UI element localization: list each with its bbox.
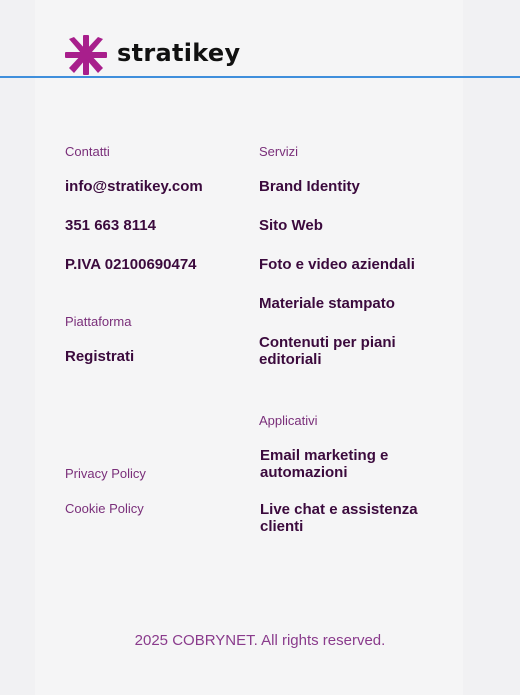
brand-name: stratikey: [117, 39, 241, 67]
email-link[interactable]: info@stratikey.com: [65, 178, 203, 195]
apps-title: Applicativi: [259, 413, 318, 428]
logo-mark-icon: [65, 35, 107, 75]
services-title: Servizi: [259, 144, 299, 159]
app-link-email-marketing[interactable]: Email marketing e automazioni: [260, 447, 425, 481]
privacy-policy-link[interactable]: Privacy Policy: [65, 466, 146, 481]
platform-title: Piattaforma: [65, 314, 132, 329]
cookie-policy-link[interactable]: Cookie Policy: [65, 501, 144, 516]
vat-number: P.IVA 02100690474: [65, 256, 197, 273]
service-link-contenuti[interactable]: Contenuti per piani editoriali: [259, 334, 429, 368]
brand-logo[interactable]: stratikey: [65, 35, 255, 75]
phone-link[interactable]: 351 663 8114: [65, 217, 156, 234]
header-divider: [0, 76, 520, 78]
service-link-materiale-stampato[interactable]: Materiale stampato: [259, 295, 395, 312]
copyright-text: 2025 COBRYNET. All rights reserved.: [134, 632, 386, 649]
service-link-foto-video[interactable]: Foto e video aziendali: [259, 256, 415, 273]
service-link-sito-web[interactable]: Sito Web: [259, 217, 323, 234]
service-link-brand-identity[interactable]: Brand Identity: [259, 178, 360, 195]
register-link[interactable]: Registrati: [65, 348, 134, 365]
app-link-live-chat[interactable]: Live chat e assistenza clienti: [260, 501, 425, 535]
contacts-title: Contatti: [65, 144, 110, 159]
